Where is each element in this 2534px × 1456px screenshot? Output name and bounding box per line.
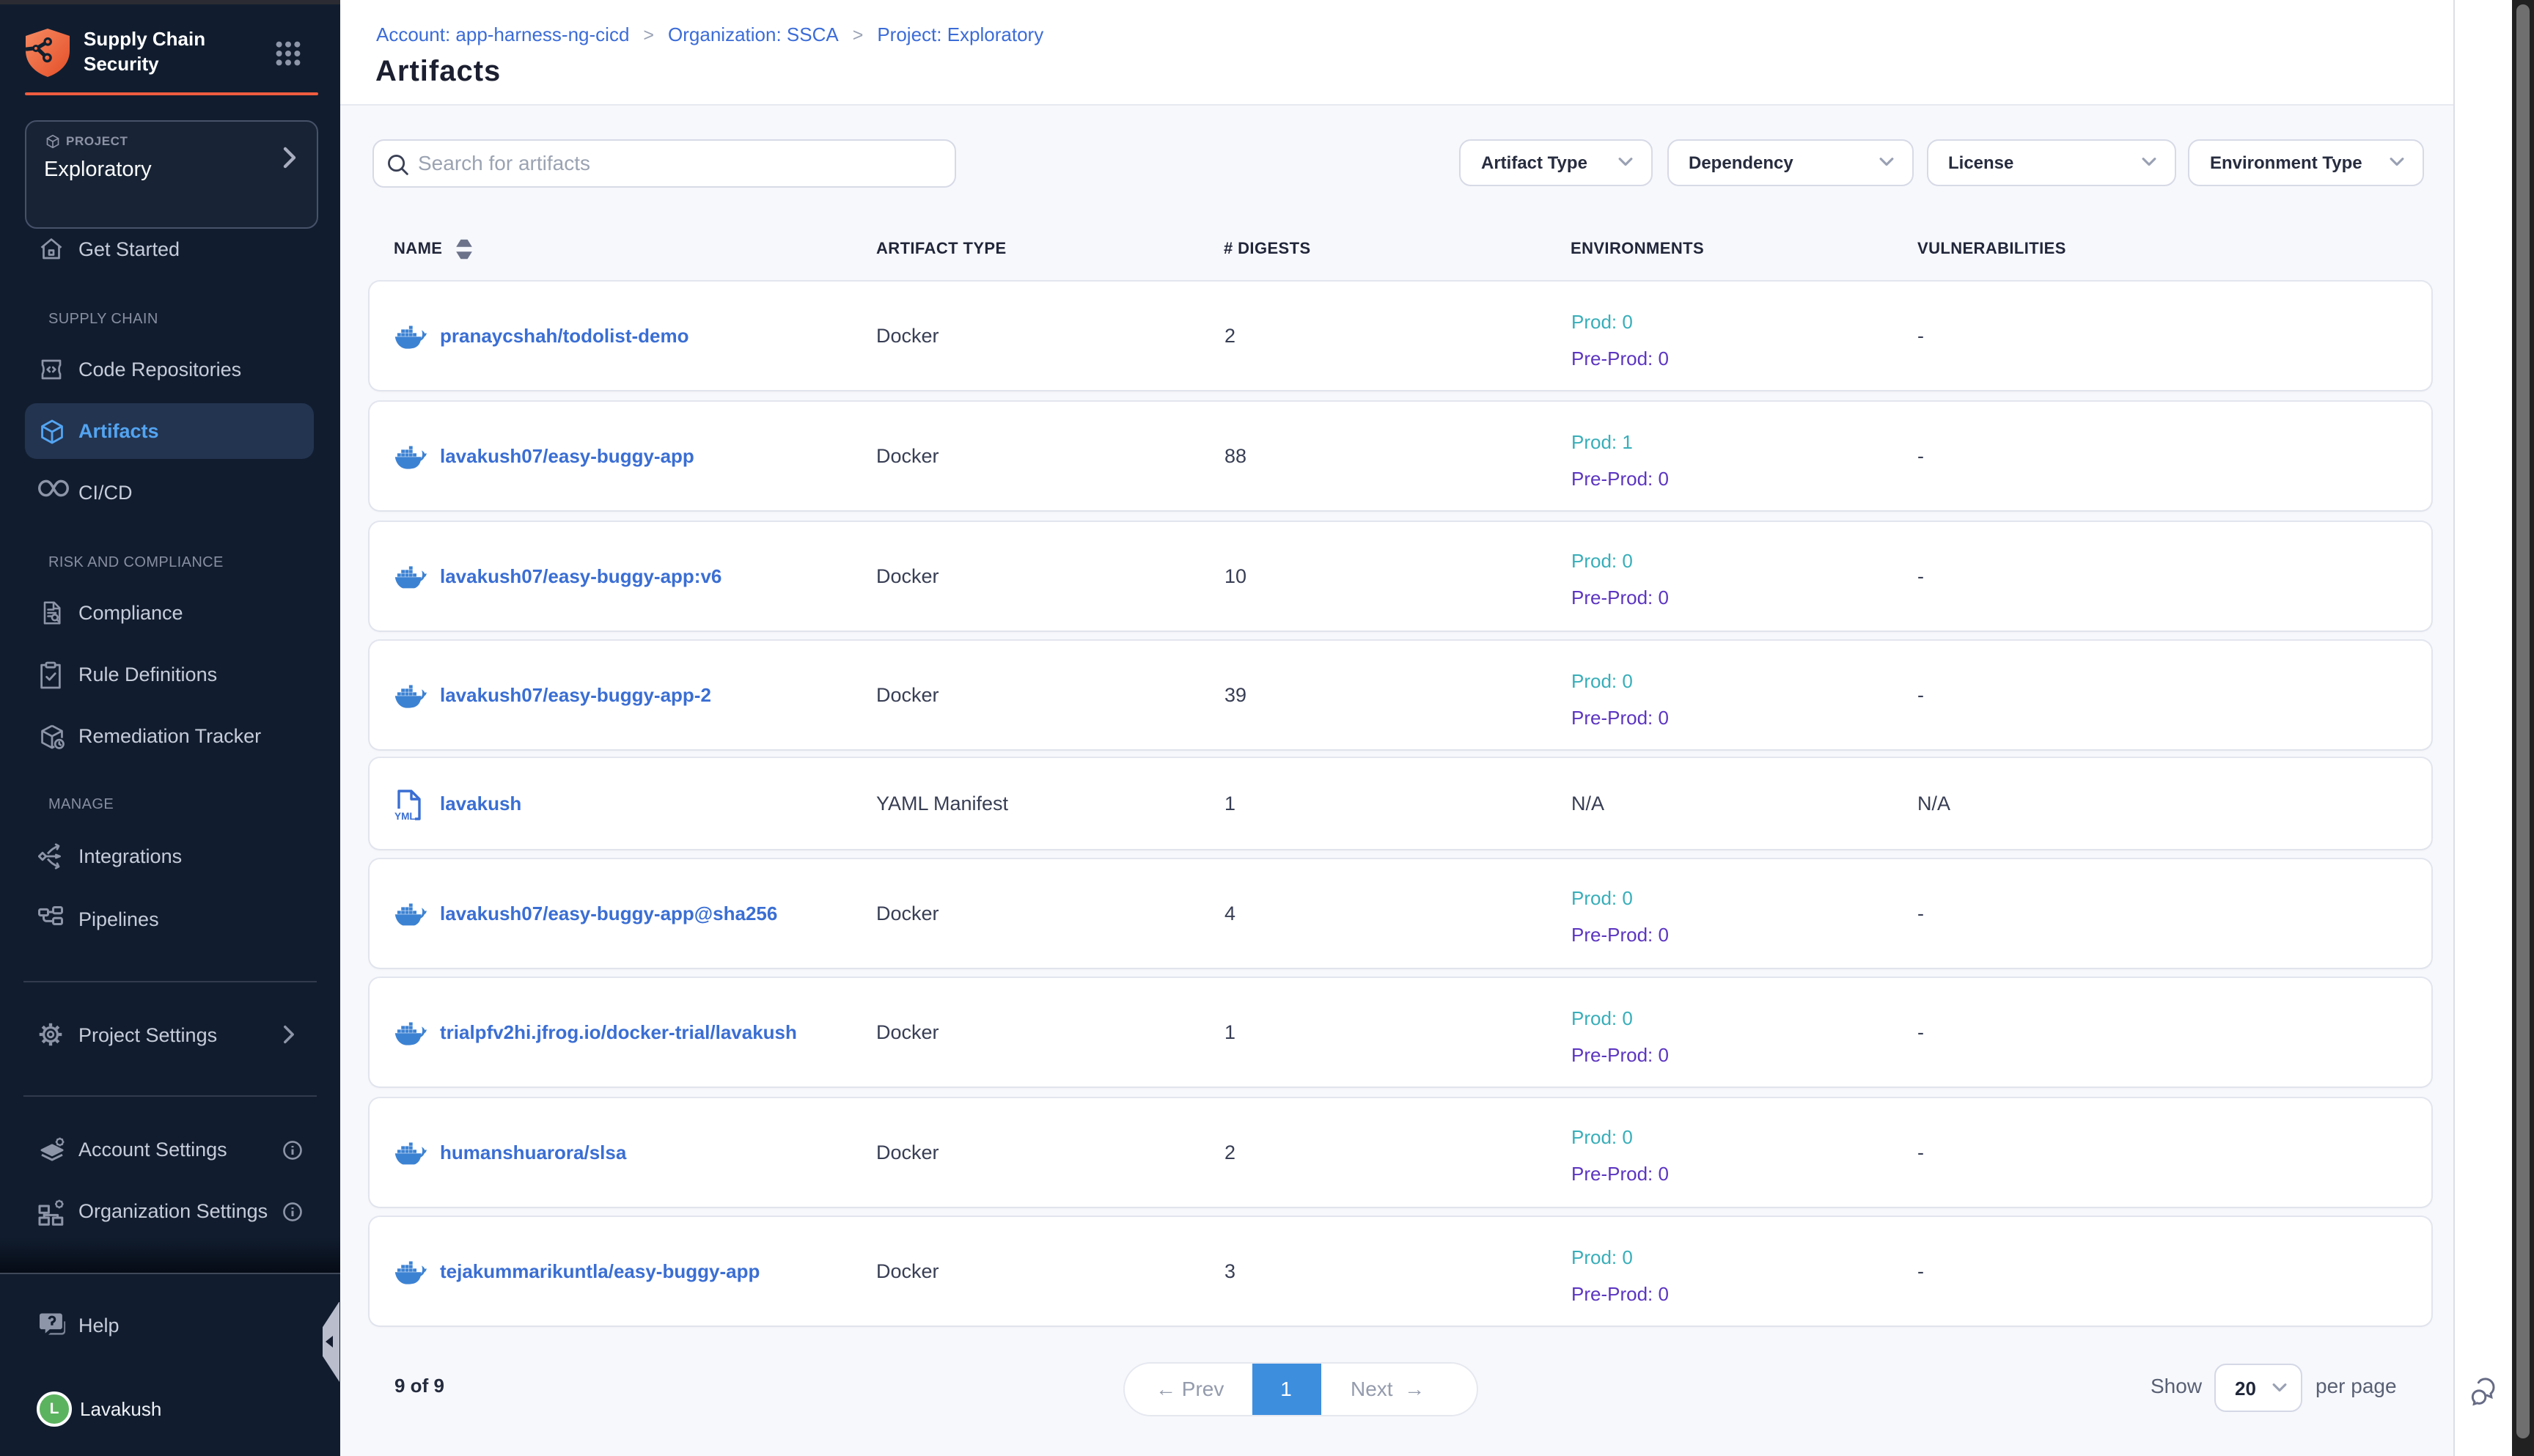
svg-text:YML: YML <box>394 811 416 821</box>
